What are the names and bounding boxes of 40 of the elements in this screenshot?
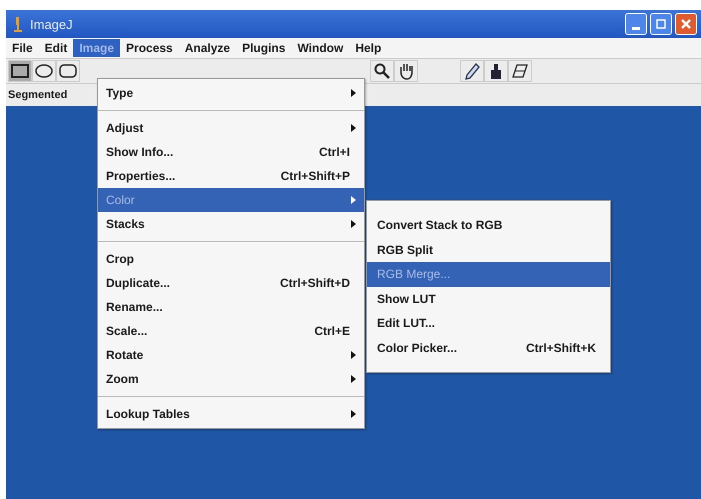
menu-option[interactable]: Duplicate... Ctrl+Shift+D bbox=[98, 271, 364, 295]
menu-option[interactable]: Adjust bbox=[98, 116, 364, 140]
menu-option[interactable]: Stacks bbox=[98, 212, 364, 236]
menu-option[interactable]: Show Info... Ctrl+I bbox=[98, 140, 364, 164]
search-icon[interactable] bbox=[370, 60, 394, 82]
minimize-icon bbox=[632, 26, 640, 30]
menu-item[interactable]: Process bbox=[120, 39, 179, 57]
pencil-icon[interactable] bbox=[460, 60, 484, 82]
menu-option[interactable]: Lookup Tables bbox=[98, 402, 364, 426]
menu-option[interactable]: Convert Stack to RGB bbox=[367, 213, 610, 238]
hand-icon[interactable] bbox=[394, 60, 418, 82]
menu-item[interactable]: Analyze bbox=[178, 39, 236, 57]
menu-item[interactable]: Plugins bbox=[236, 39, 292, 57]
menu-option[interactable]: Color Picker... Ctrl+Shift+K bbox=[367, 336, 610, 360]
maximize-icon bbox=[656, 19, 666, 29]
menu-item[interactable]: Window bbox=[291, 39, 350, 57]
maximize-button[interactable] bbox=[650, 13, 672, 35]
rounded-rectangle-tool-icon[interactable] bbox=[56, 60, 80, 82]
bottle-icon[interactable] bbox=[484, 60, 508, 82]
menu-item[interactable]: File bbox=[6, 39, 39, 57]
minimize-button[interactable] bbox=[625, 13, 647, 35]
menu-option[interactable]: Properties... Ctrl+Shift+P bbox=[98, 164, 364, 188]
status-text: Segmented bbox=[8, 89, 68, 101]
eraser-icon[interactable] bbox=[508, 60, 532, 82]
close-button[interactable] bbox=[675, 13, 697, 35]
menu-option[interactable]: Type bbox=[98, 81, 364, 105]
window-title: ImageJ bbox=[30, 16, 73, 32]
close-icon bbox=[680, 18, 692, 30]
menu-option[interactable]: Rename... bbox=[98, 295, 364, 319]
menu-item[interactable]: Edit bbox=[38, 39, 74, 57]
menu-option[interactable]: Crop bbox=[98, 247, 364, 271]
menu-option[interactable]: Scale... Ctrl+E bbox=[98, 319, 364, 343]
rectangle-tool-icon[interactable] bbox=[8, 60, 32, 82]
menu-option[interactable]: Zoom bbox=[98, 367, 364, 391]
menu-option[interactable]: Edit LUT... bbox=[367, 311, 610, 336]
menu-item[interactable]: Help bbox=[349, 39, 388, 57]
menu-option[interactable]: Rotate bbox=[98, 343, 364, 367]
menu-option[interactable]: RGB Split bbox=[367, 238, 610, 262]
oval-tool-icon[interactable] bbox=[32, 60, 56, 82]
menu-option[interactable]: Show LUT bbox=[367, 286, 610, 311]
